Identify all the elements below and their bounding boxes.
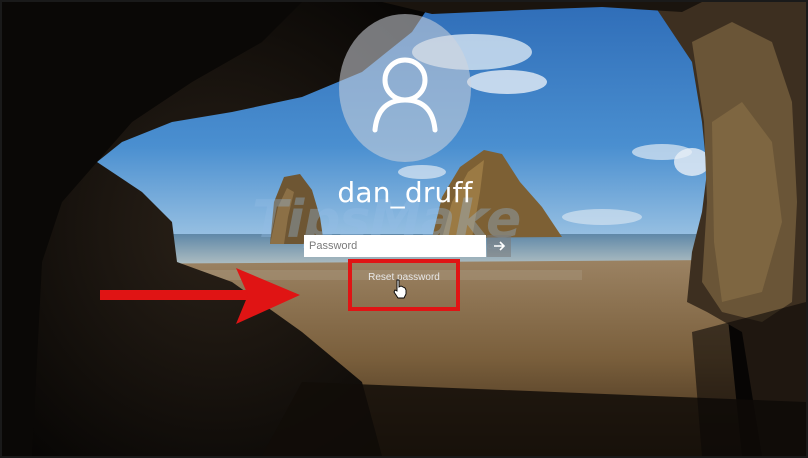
- user-silhouette-icon: [372, 57, 438, 133]
- screenshot-frame: TipsMake .com dan_druff Reset password: [0, 0, 808, 458]
- right-arrow-icon: [100, 268, 300, 324]
- password-input[interactable]: [304, 235, 486, 257]
- user-avatar: [339, 14, 471, 162]
- arrow-right-icon: [494, 241, 506, 251]
- hand-pointer-icon: [393, 279, 407, 299]
- username-label: dan_druff: [337, 176, 473, 209]
- submit-button[interactable]: [487, 235, 511, 257]
- password-field-group: [304, 235, 516, 257]
